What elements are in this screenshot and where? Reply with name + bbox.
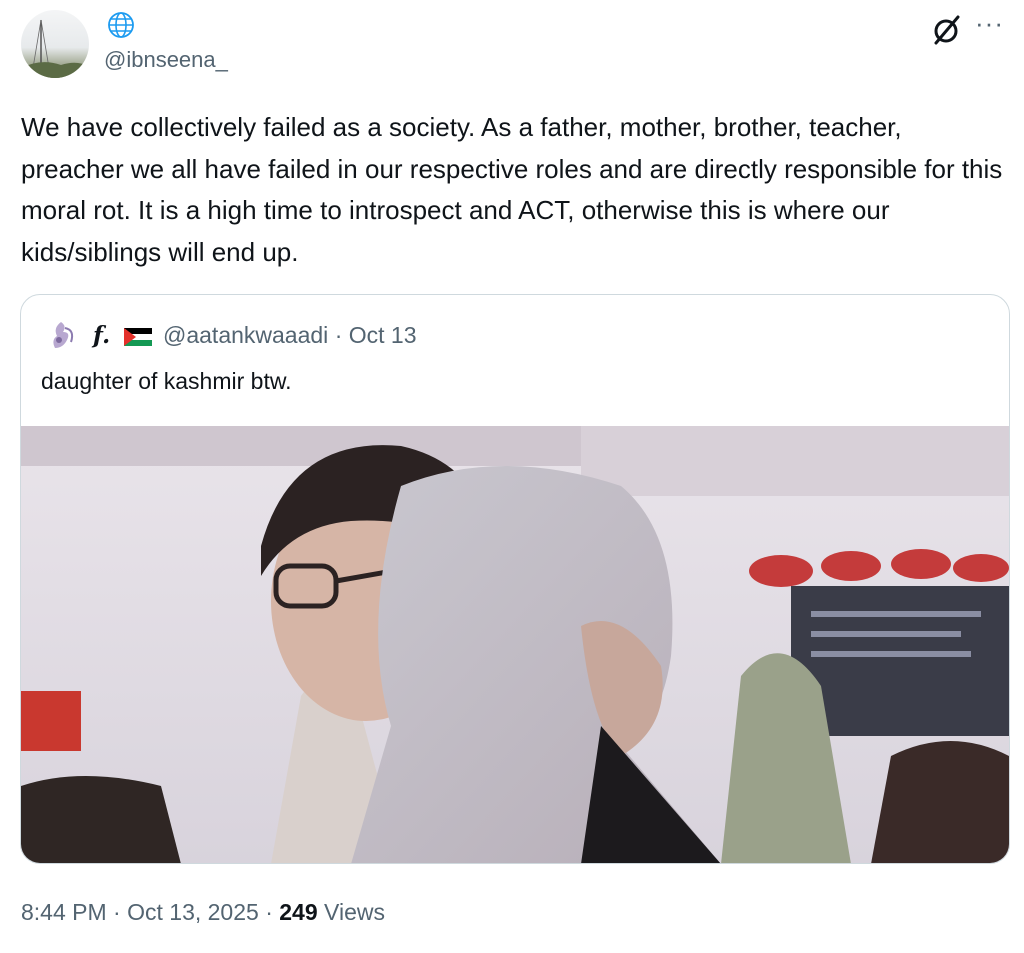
avatar[interactable] bbox=[21, 10, 89, 78]
quoted-tweet[interactable]: f. @aatankwaaadi · Oct 13 daughter of ka… bbox=[20, 294, 1010, 864]
author-handle[interactable]: @ibnseena_ bbox=[104, 47, 228, 73]
quoted-text: daughter of kashmir btw. bbox=[41, 368, 292, 394]
tweet-metadata: 8:44 PM · Oct 13, 2025 · 249 Views bbox=[21, 899, 385, 926]
quoted-avatar[interactable] bbox=[45, 318, 81, 354]
separator-dot: · bbox=[334, 322, 349, 348]
radio-tower-avatar-image bbox=[21, 19, 89, 78]
quoted-author-name[interactable]: f. bbox=[93, 322, 110, 349]
tweet-text: We have collectively failed as a society… bbox=[21, 112, 1003, 267]
separator-dot: · bbox=[265, 899, 280, 925]
tweet-time[interactable]: 8:44 PM bbox=[21, 899, 107, 925]
separator-dot: · bbox=[113, 899, 128, 925]
grok-icon[interactable] bbox=[930, 13, 964, 47]
quoted-date[interactable]: Oct 13 bbox=[349, 322, 417, 348]
palestine-flag-icon bbox=[124, 328, 152, 346]
quoted-author-handle[interactable]: @aatankwaaadi bbox=[163, 322, 328, 348]
quoted-handle-date[interactable]: @aatankwaaadi · Oct 13 bbox=[163, 322, 417, 349]
video-thumbnail[interactable] bbox=[21, 426, 1009, 864]
more-options-button[interactable]: ··· bbox=[975, 8, 1004, 39]
tweet-date[interactable]: Oct 13, 2025 bbox=[127, 899, 259, 925]
globe-icon bbox=[108, 12, 134, 38]
views-count: 249 bbox=[279, 899, 318, 925]
views-label: Views bbox=[324, 899, 385, 925]
